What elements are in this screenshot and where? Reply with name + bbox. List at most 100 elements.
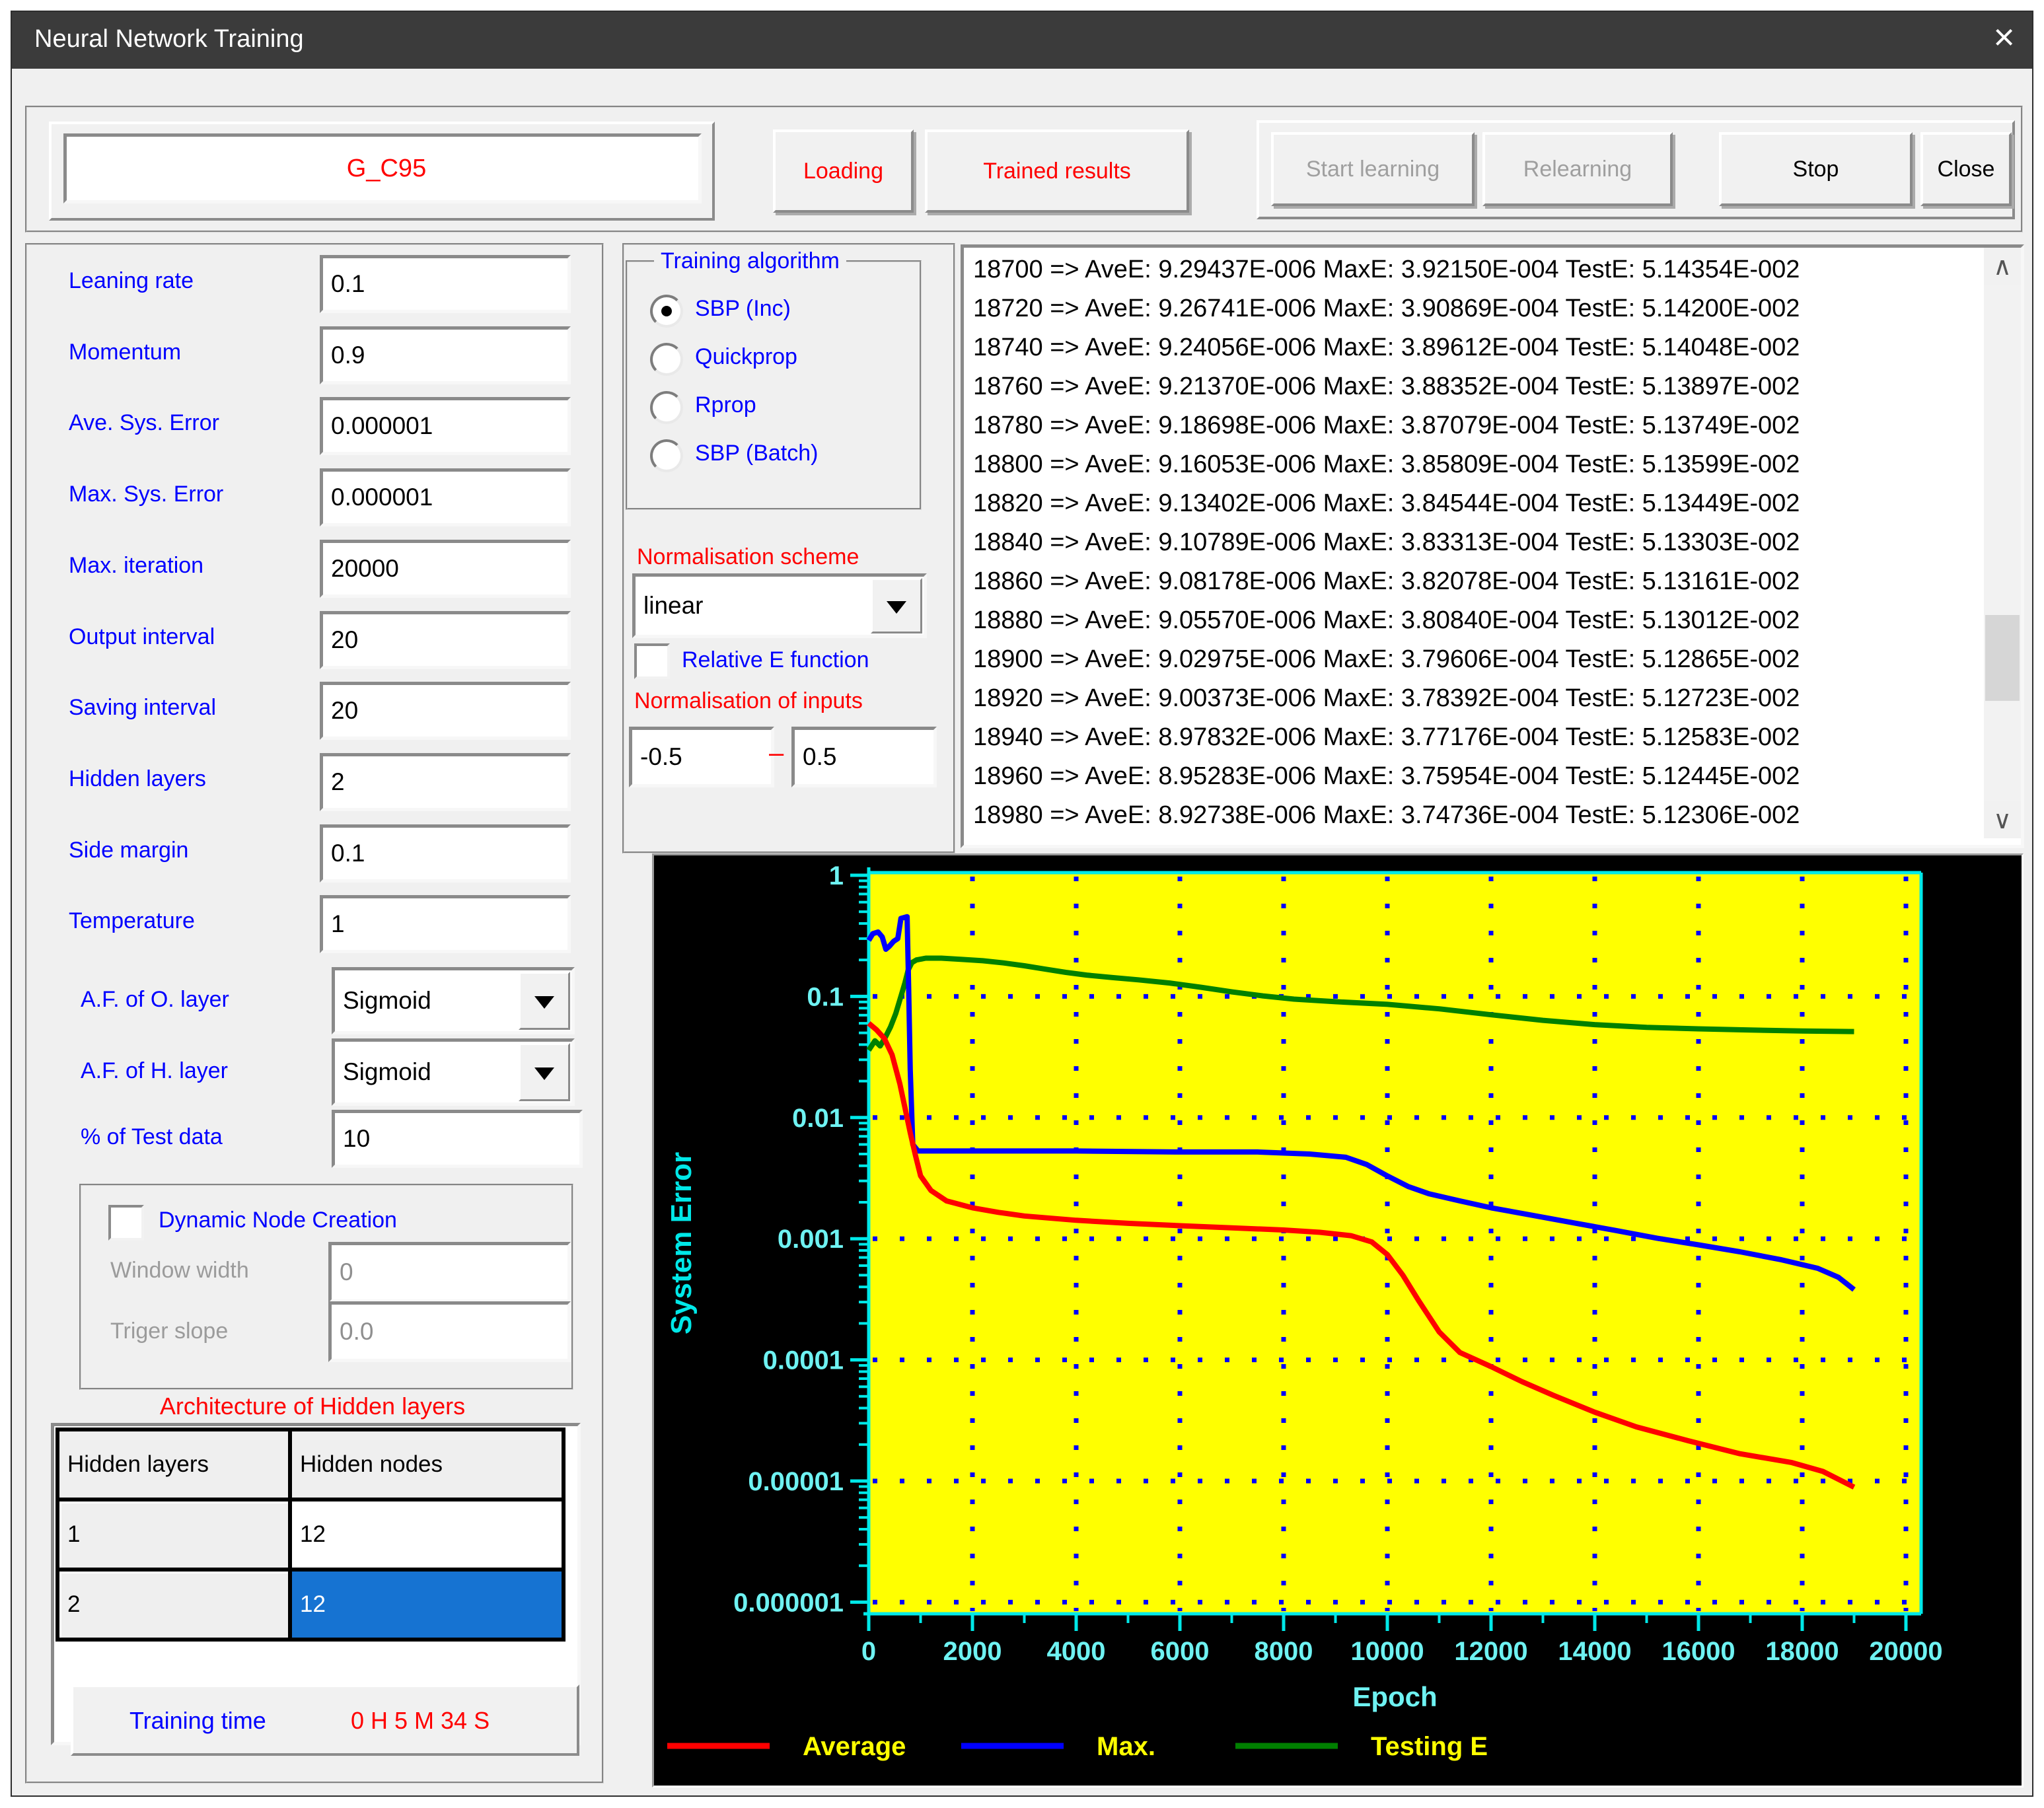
title-bar: Neural Network Training × bbox=[12, 12, 2032, 69]
x-tick-label: 4000 bbox=[1047, 1637, 1106, 1666]
momentum-input[interactable]: 0.9 bbox=[320, 326, 571, 384]
log-line: 18860 => AveE: 9.08178E-006 MaxE: 3.8207… bbox=[973, 562, 1938, 601]
close-button[interactable]: Close bbox=[1920, 132, 2012, 206]
y-tick-label: 0.00001 bbox=[748, 1467, 844, 1496]
y-tick-label: 0.1 bbox=[807, 982, 844, 1011]
triger-slope-input[interactable]: 0.0 bbox=[328, 1301, 571, 1362]
dropdown-arrow-icon[interactable] bbox=[871, 578, 922, 633]
af-h-layer-select[interactable]: Sigmoid bbox=[332, 1038, 575, 1106]
legend-label-average: Average bbox=[803, 1732, 906, 1761]
max-iteration-label: Max. iteration bbox=[69, 553, 203, 579]
legend-label-max: Max. bbox=[1097, 1732, 1155, 1761]
leaning-rate-label: Leaning rate bbox=[69, 268, 194, 294]
normalisation-scheme-value: linear bbox=[643, 592, 704, 620]
temperature-input[interactable]: 1 bbox=[320, 895, 571, 953]
hidden-layers-input[interactable]: 2 bbox=[320, 753, 571, 811]
log-line: 18960 => AveE: 8.95283E-006 MaxE: 3.7595… bbox=[973, 757, 1938, 796]
log-line: 18900 => AveE: 9.02975E-006 MaxE: 3.7960… bbox=[973, 640, 1938, 679]
close-icon[interactable]: × bbox=[1993, 17, 2015, 57]
scroll-up-icon[interactable]: ∧ bbox=[1984, 248, 2021, 285]
table-cell[interactable]: 12 bbox=[290, 1500, 564, 1570]
scrollbar-thumb[interactable] bbox=[1985, 615, 2020, 701]
table-cell[interactable]: 2 bbox=[57, 1570, 290, 1640]
af-o-layer-select[interactable]: Sigmoid bbox=[332, 967, 575, 1034]
x-axis-title: Epoch bbox=[1352, 1681, 1437, 1712]
max-iteration-input[interactable]: 20000 bbox=[320, 540, 571, 598]
test-data-label: % of Test data bbox=[81, 1124, 223, 1150]
normalisation-min-input[interactable]: -0.5 bbox=[629, 727, 774, 787]
normalisation-scheme-select[interactable]: linear bbox=[632, 573, 927, 638]
log-line: 18760 => AveE: 9.21370E-006 MaxE: 3.8835… bbox=[973, 367, 1938, 406]
side-margin-input[interactable]: 0.1 bbox=[320, 824, 571, 883]
x-tick-label: 10000 bbox=[1350, 1637, 1424, 1666]
y-axis-title: System Error bbox=[665, 1152, 698, 1334]
x-tick-label: 6000 bbox=[1151, 1637, 1210, 1666]
x-tick-label: 20000 bbox=[1869, 1637, 1942, 1666]
log-line: 18880 => AveE: 9.05570E-006 MaxE: 3.8084… bbox=[973, 601, 1938, 640]
stop-button[interactable]: Stop bbox=[1719, 132, 1913, 206]
x-tick-label: 0 bbox=[861, 1637, 876, 1666]
training-time-label: Training time bbox=[129, 1707, 266, 1735]
radio-label-sbp-inc[interactable]: SBP (Inc) bbox=[695, 296, 791, 322]
y-tick-label: 0.01 bbox=[792, 1104, 844, 1133]
log-line: 18980 => AveE: 8.92738E-006 MaxE: 3.7473… bbox=[973, 796, 1938, 834]
test-data-input[interactable]: 10 bbox=[332, 1110, 583, 1168]
model-name-field[interactable]: G_C95 bbox=[63, 133, 702, 203]
screen: Neural Network Training × G_C95 Loading … bbox=[0, 0, 2044, 1808]
training-log[interactable]: 18700 => AveE: 9.29437E-006 MaxE: 3.9215… bbox=[961, 244, 2024, 848]
max-sys-error-label: Max. Sys. Error bbox=[69, 482, 223, 507]
range-dash: – bbox=[769, 739, 784, 768]
radio-sbp-batch[interactable] bbox=[650, 439, 683, 472]
training-algorithm-title: Training algorithm bbox=[654, 248, 846, 274]
col-hidden-layers[interactable]: Hidden layers bbox=[57, 1429, 290, 1500]
relearning-button[interactable]: Relearning bbox=[1482, 132, 1673, 206]
af-o-layer-value: Sigmoid bbox=[343, 987, 431, 1015]
window-title: Neural Network Training bbox=[34, 25, 304, 54]
saving-interval-input[interactable]: 20 bbox=[320, 682, 571, 740]
y-tick-label: 0.001 bbox=[778, 1225, 844, 1254]
log-line: 18700 => AveE: 9.29437E-006 MaxE: 3.9215… bbox=[973, 250, 1938, 289]
log-scrollbar[interactable]: ∧ ∨ bbox=[1984, 248, 2021, 838]
plot-area bbox=[869, 873, 1921, 1614]
training-time-value: 0 H 5 M 34 S bbox=[351, 1707, 490, 1735]
x-tick-label: 14000 bbox=[1558, 1637, 1631, 1666]
log-line: 18940 => AveE: 8.97832E-006 MaxE: 3.7717… bbox=[973, 718, 1938, 757]
radio-label-rprop[interactable]: Rprop bbox=[695, 392, 756, 418]
window-width-input[interactable]: 0 bbox=[328, 1242, 571, 1303]
table-cell[interactable]: 12 bbox=[290, 1570, 564, 1640]
error-chart-panel: 10.10.010.0010.00010.000010.000001020004… bbox=[652, 853, 2024, 1788]
output-interval-input[interactable]: 20 bbox=[320, 611, 571, 669]
scroll-down-icon[interactable]: ∨ bbox=[1984, 801, 2021, 838]
dropdown-arrow-icon[interactable] bbox=[519, 972, 570, 1030]
y-tick-label: 0.000001 bbox=[733, 1588, 844, 1617]
max-sys-error-input[interactable]: 0.000001 bbox=[320, 468, 571, 526]
x-tick-label: 18000 bbox=[1765, 1637, 1839, 1666]
relative-e-checkbox[interactable] bbox=[634, 643, 670, 679]
log-line: 18720 => AveE: 9.26741E-006 MaxE: 3.9086… bbox=[973, 289, 1938, 328]
radio-rprop[interactable] bbox=[650, 391, 683, 424]
dropdown-arrow-icon[interactable] bbox=[519, 1043, 570, 1101]
col-hidden-nodes[interactable]: Hidden nodes bbox=[290, 1429, 564, 1500]
saving-interval-label: Saving interval bbox=[69, 695, 216, 721]
radio-label-sbp-batch[interactable]: SBP (Batch) bbox=[695, 441, 818, 466]
start-learning-button[interactable]: Start learning bbox=[1271, 132, 1475, 206]
triger-slope-label: Triger slope bbox=[110, 1319, 228, 1344]
trained-results-button[interactable]: Trained results bbox=[925, 129, 1189, 213]
training-time-panel: Training time 0 H 5 M 34 S bbox=[71, 1684, 579, 1756]
radio-sbp-inc[interactable] bbox=[650, 295, 683, 328]
relative-e-label: Relative E function bbox=[682, 647, 869, 673]
hidden-layers-label: Hidden layers bbox=[69, 766, 206, 792]
table-cell[interactable]: 1 bbox=[57, 1500, 290, 1570]
loading-button[interactable]: Loading bbox=[773, 129, 914, 213]
ave-sys-error-label: Ave. Sys. Error bbox=[69, 410, 219, 436]
y-tick-label: 1 bbox=[829, 861, 844, 890]
legend-label-testing-e: Testing E bbox=[1371, 1732, 1488, 1761]
radio-quickprop[interactable] bbox=[650, 343, 683, 376]
normalisation-max-input[interactable]: 0.5 bbox=[791, 727, 937, 787]
leaning-rate-input[interactable]: 0.1 bbox=[320, 255, 571, 313]
ave-sys-error-input[interactable]: 0.000001 bbox=[320, 397, 571, 455]
dynamic-node-checkbox[interactable] bbox=[108, 1205, 144, 1241]
log-line: 18920 => AveE: 9.00373E-006 MaxE: 3.7839… bbox=[973, 679, 1938, 718]
log-line: 18780 => AveE: 9.18698E-006 MaxE: 3.8707… bbox=[973, 406, 1938, 445]
radio-label-quickprop[interactable]: Quickprop bbox=[695, 344, 797, 370]
